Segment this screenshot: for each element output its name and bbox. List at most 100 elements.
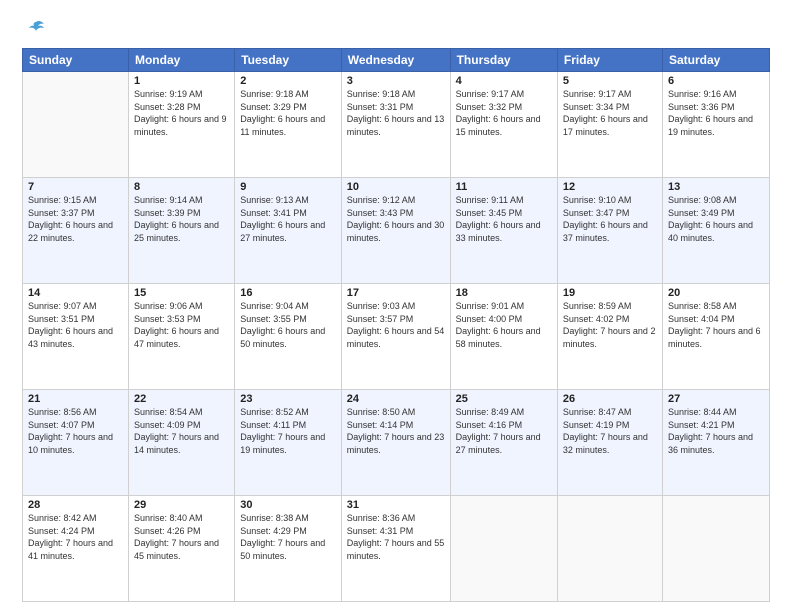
calendar-cell: 30Sunrise: 8:38 AMSunset: 4:29 PMDayligh… [235, 496, 342, 602]
day-number: 24 [347, 393, 445, 405]
calendar-header-row: SundayMondayTuesdayWednesdayThursdayFrid… [23, 49, 770, 72]
day-number: 5 [563, 75, 657, 87]
day-number: 2 [240, 75, 336, 87]
day-number: 26 [563, 393, 657, 405]
calendar-cell: 25Sunrise: 8:49 AMSunset: 4:16 PMDayligh… [450, 390, 557, 496]
logo [22, 18, 46, 40]
calendar-cell: 31Sunrise: 8:36 AMSunset: 4:31 PMDayligh… [341, 496, 450, 602]
day-info: Sunrise: 9:15 AMSunset: 3:37 PMDaylight:… [28, 194, 123, 244]
day-info: Sunrise: 9:18 AMSunset: 3:29 PMDaylight:… [240, 88, 336, 138]
calendar-cell: 24Sunrise: 8:50 AMSunset: 4:14 PMDayligh… [341, 390, 450, 496]
day-number: 12 [563, 181, 657, 193]
header [22, 18, 770, 40]
day-number: 27 [668, 393, 764, 405]
day-number: 30 [240, 499, 336, 511]
day-info: Sunrise: 9:04 AMSunset: 3:55 PMDaylight:… [240, 300, 336, 350]
calendar-cell: 27Sunrise: 8:44 AMSunset: 4:21 PMDayligh… [662, 390, 769, 496]
calendar-cell: 26Sunrise: 8:47 AMSunset: 4:19 PMDayligh… [557, 390, 662, 496]
day-info: Sunrise: 9:07 AMSunset: 3:51 PMDaylight:… [28, 300, 123, 350]
day-number: 20 [668, 287, 764, 299]
calendar-week-row: 1Sunrise: 9:19 AMSunset: 3:28 PMDaylight… [23, 72, 770, 178]
day-number: 15 [134, 287, 229, 299]
page: SundayMondayTuesdayWednesdayThursdayFrid… [0, 0, 792, 612]
day-number: 4 [456, 75, 552, 87]
day-number: 6 [668, 75, 764, 87]
calendar-week-row: 14Sunrise: 9:07 AMSunset: 3:51 PMDayligh… [23, 284, 770, 390]
calendar-cell: 18Sunrise: 9:01 AMSunset: 4:00 PMDayligh… [450, 284, 557, 390]
day-number: 22 [134, 393, 229, 405]
weekday-header: Saturday [662, 49, 769, 72]
calendar-week-row: 28Sunrise: 8:42 AMSunset: 4:24 PMDayligh… [23, 496, 770, 602]
calendar-cell: 19Sunrise: 8:59 AMSunset: 4:02 PMDayligh… [557, 284, 662, 390]
day-number: 21 [28, 393, 123, 405]
day-number: 31 [347, 499, 445, 511]
weekday-header: Thursday [450, 49, 557, 72]
day-number: 13 [668, 181, 764, 193]
calendar-cell: 7Sunrise: 9:15 AMSunset: 3:37 PMDaylight… [23, 178, 129, 284]
calendar-cell: 28Sunrise: 8:42 AMSunset: 4:24 PMDayligh… [23, 496, 129, 602]
calendar-cell: 2Sunrise: 9:18 AMSunset: 3:29 PMDaylight… [235, 72, 342, 178]
calendar-cell: 3Sunrise: 9:18 AMSunset: 3:31 PMDaylight… [341, 72, 450, 178]
calendar-cell: 11Sunrise: 9:11 AMSunset: 3:45 PMDayligh… [450, 178, 557, 284]
day-info: Sunrise: 9:17 AMSunset: 3:32 PMDaylight:… [456, 88, 552, 138]
day-info: Sunrise: 8:36 AMSunset: 4:31 PMDaylight:… [347, 512, 445, 562]
day-number: 11 [456, 181, 552, 193]
calendar-cell: 14Sunrise: 9:07 AMSunset: 3:51 PMDayligh… [23, 284, 129, 390]
calendar-cell: 6Sunrise: 9:16 AMSunset: 3:36 PMDaylight… [662, 72, 769, 178]
calendar-cell: 17Sunrise: 9:03 AMSunset: 3:57 PMDayligh… [341, 284, 450, 390]
day-info: Sunrise: 8:52 AMSunset: 4:11 PMDaylight:… [240, 406, 336, 456]
calendar-cell: 20Sunrise: 8:58 AMSunset: 4:04 PMDayligh… [662, 284, 769, 390]
day-number: 9 [240, 181, 336, 193]
day-number: 28 [28, 499, 123, 511]
calendar-cell: 9Sunrise: 9:13 AMSunset: 3:41 PMDaylight… [235, 178, 342, 284]
calendar-cell: 13Sunrise: 9:08 AMSunset: 3:49 PMDayligh… [662, 178, 769, 284]
day-info: Sunrise: 8:54 AMSunset: 4:09 PMDaylight:… [134, 406, 229, 456]
calendar-cell [23, 72, 129, 178]
day-info: Sunrise: 9:03 AMSunset: 3:57 PMDaylight:… [347, 300, 445, 350]
day-number: 7 [28, 181, 123, 193]
day-info: Sunrise: 8:56 AMSunset: 4:07 PMDaylight:… [28, 406, 123, 456]
day-info: Sunrise: 8:47 AMSunset: 4:19 PMDaylight:… [563, 406, 657, 456]
weekday-header: Monday [128, 49, 234, 72]
calendar-cell: 10Sunrise: 9:12 AMSunset: 3:43 PMDayligh… [341, 178, 450, 284]
calendar-cell: 15Sunrise: 9:06 AMSunset: 3:53 PMDayligh… [128, 284, 234, 390]
calendar-week-row: 7Sunrise: 9:15 AMSunset: 3:37 PMDaylight… [23, 178, 770, 284]
day-number: 18 [456, 287, 552, 299]
calendar-cell: 29Sunrise: 8:40 AMSunset: 4:26 PMDayligh… [128, 496, 234, 602]
calendar-cell [450, 496, 557, 602]
day-number: 23 [240, 393, 336, 405]
day-number: 10 [347, 181, 445, 193]
day-info: Sunrise: 9:01 AMSunset: 4:00 PMDaylight:… [456, 300, 552, 350]
day-number: 16 [240, 287, 336, 299]
calendar-cell: 5Sunrise: 9:17 AMSunset: 3:34 PMDaylight… [557, 72, 662, 178]
day-info: Sunrise: 8:38 AMSunset: 4:29 PMDaylight:… [240, 512, 336, 562]
day-info: Sunrise: 9:13 AMSunset: 3:41 PMDaylight:… [240, 194, 336, 244]
weekday-header: Sunday [23, 49, 129, 72]
calendar-cell: 22Sunrise: 8:54 AMSunset: 4:09 PMDayligh… [128, 390, 234, 496]
day-number: 25 [456, 393, 552, 405]
calendar-cell: 8Sunrise: 9:14 AMSunset: 3:39 PMDaylight… [128, 178, 234, 284]
day-info: Sunrise: 8:50 AMSunset: 4:14 PMDaylight:… [347, 406, 445, 456]
weekday-header: Tuesday [235, 49, 342, 72]
day-info: Sunrise: 9:18 AMSunset: 3:31 PMDaylight:… [347, 88, 445, 138]
day-info: Sunrise: 8:42 AMSunset: 4:24 PMDaylight:… [28, 512, 123, 562]
day-info: Sunrise: 8:49 AMSunset: 4:16 PMDaylight:… [456, 406, 552, 456]
calendar-cell: 23Sunrise: 8:52 AMSunset: 4:11 PMDayligh… [235, 390, 342, 496]
day-number: 1 [134, 75, 229, 87]
logo-bird-icon [24, 18, 46, 40]
calendar-cell: 4Sunrise: 9:17 AMSunset: 3:32 PMDaylight… [450, 72, 557, 178]
calendar-cell: 21Sunrise: 8:56 AMSunset: 4:07 PMDayligh… [23, 390, 129, 496]
calendar-cell [662, 496, 769, 602]
day-info: Sunrise: 9:08 AMSunset: 3:49 PMDaylight:… [668, 194, 764, 244]
day-info: Sunrise: 9:10 AMSunset: 3:47 PMDaylight:… [563, 194, 657, 244]
day-info: Sunrise: 9:14 AMSunset: 3:39 PMDaylight:… [134, 194, 229, 244]
day-number: 8 [134, 181, 229, 193]
day-info: Sunrise: 9:12 AMSunset: 3:43 PMDaylight:… [347, 194, 445, 244]
day-number: 19 [563, 287, 657, 299]
day-number: 29 [134, 499, 229, 511]
day-info: Sunrise: 9:19 AMSunset: 3:28 PMDaylight:… [134, 88, 229, 138]
day-info: Sunrise: 8:44 AMSunset: 4:21 PMDaylight:… [668, 406, 764, 456]
weekday-header: Wednesday [341, 49, 450, 72]
day-info: Sunrise: 8:40 AMSunset: 4:26 PMDaylight:… [134, 512, 229, 562]
day-number: 14 [28, 287, 123, 299]
